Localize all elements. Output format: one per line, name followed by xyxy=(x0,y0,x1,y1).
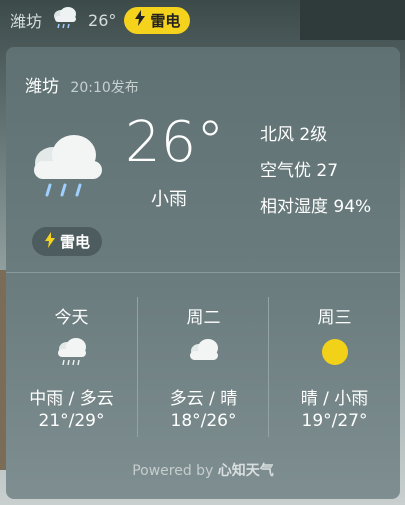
wind-info: 北风 2级 xyxy=(260,125,328,145)
topbar-temperature: 26° xyxy=(88,10,117,30)
weather-topbar[interactable]: 潍坊 26° 雷电 xyxy=(0,0,405,40)
sun-icon xyxy=(320,337,350,371)
alert-label: 雷电 xyxy=(60,233,91,251)
current-condition: 小雨 xyxy=(151,189,187,210)
rain-cloud-icon xyxy=(50,5,80,35)
forecast-day: 周二 多云 / 晴 18°/26° xyxy=(138,273,269,453)
publish-time: 20:10发布 xyxy=(70,80,139,96)
forecast-description: 多云 / 晴 xyxy=(169,389,238,409)
forecast-description: 中雨 / 多云 xyxy=(29,389,114,409)
forecast-day-name: 今天 xyxy=(54,308,89,328)
lightning-icon xyxy=(44,231,56,252)
air-quality-info: 空气优 27 xyxy=(260,161,339,181)
card-city: 潍坊 xyxy=(25,77,59,97)
alert-badge[interactable]: 雷电 xyxy=(32,227,103,256)
rain-cloud-icon xyxy=(55,337,89,373)
footer-prefix: Powered by xyxy=(132,463,218,479)
forecast-day: 周三 晴 / 小雨 19°/27° xyxy=(269,273,400,453)
forecast-temp-range: 21°/29° xyxy=(38,411,105,431)
forecast-day: 今天 中雨 / 多云 21°/29° xyxy=(6,273,137,453)
forecast-description: 晴 / 小雨 xyxy=(300,389,369,409)
forecast-temp-range: 18°/26° xyxy=(170,411,237,431)
forecast-temp-range: 19°/27° xyxy=(301,411,368,431)
cloud-icon xyxy=(187,337,221,367)
forecast-day-name: 周二 xyxy=(186,308,221,328)
powered-by-footer[interactable]: Powered by 心知天气 xyxy=(6,460,400,480)
rain-cloud-icon xyxy=(28,133,108,203)
alert-badge[interactable]: 雷电 xyxy=(124,6,191,34)
weather-card: 潍坊 20:10发布 26° 小雨 北风 2级 空气优 27 相对湿度 94% … xyxy=(6,47,400,499)
topbar-city: 潍坊 xyxy=(10,12,43,31)
alert-label: 雷电 xyxy=(150,11,181,30)
current-temperature: 26° xyxy=(125,110,225,175)
lightning-icon xyxy=(134,10,146,30)
footer-brand: 心知天气 xyxy=(217,463,274,479)
forecast-day-name: 周三 xyxy=(317,308,352,328)
card-header: 潍坊 20:10发布 xyxy=(25,72,139,97)
humidity-info: 相对湿度 94% xyxy=(260,197,372,217)
